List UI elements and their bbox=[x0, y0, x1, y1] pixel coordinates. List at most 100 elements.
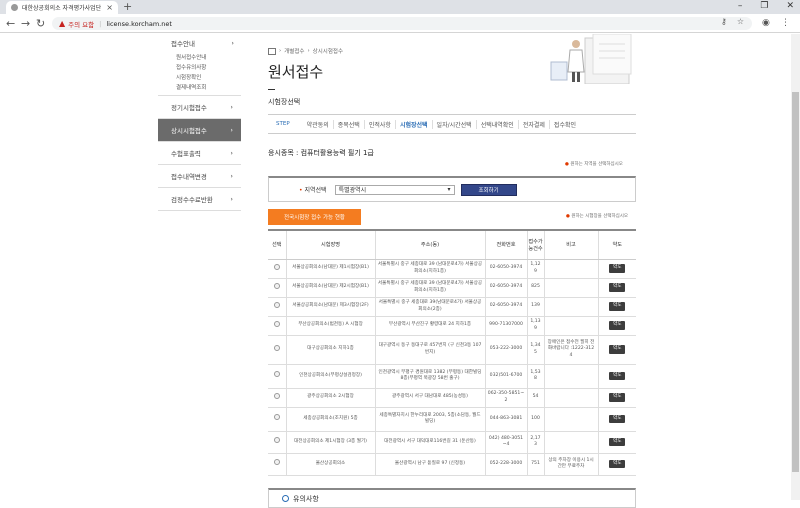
region-label: 지역선택 bbox=[304, 187, 327, 194]
site-name: 대전상공회의소 제1시험장 (3층 월기) bbox=[285, 431, 375, 454]
site-address: 서울특별시 중구 세종대로 39 (남대문로4가) 서울상공회의소(지하1층) bbox=[374, 278, 485, 298]
site-phone: 02-6050-3974 bbox=[484, 297, 527, 317]
site-name: 부산상공회의소(범천동) A 시험장 bbox=[285, 316, 375, 336]
table-row: 광주상공회의소 2시험장 광주광역시 서구 대남대로 485(농성동) 062-… bbox=[268, 388, 636, 408]
sidebar-item-change[interactable]: 접수내역변경 › bbox=[158, 165, 241, 188]
site-name: 세종상공회의소(조치원) 5층 bbox=[285, 407, 375, 432]
search-button[interactable]: 조회하기 bbox=[460, 183, 517, 196]
site-radio[interactable] bbox=[273, 344, 280, 351]
home-icon[interactable] bbox=[268, 47, 276, 55]
sidebar-item-guide[interactable]: 접수안내 › bbox=[158, 34, 241, 52]
step-datetime: 일자/시간선택 bbox=[431, 119, 476, 129]
guide-box: 유의사항 bbox=[268, 488, 636, 508]
site-radio[interactable] bbox=[273, 371, 280, 378]
site-radio[interactable] bbox=[273, 282, 280, 289]
site-radio[interactable] bbox=[273, 320, 280, 327]
map-button[interactable]: 약도 bbox=[609, 264, 626, 273]
title-underline bbox=[268, 89, 275, 90]
sidebar-subitem[interactable]: 원서접수안내 bbox=[176, 53, 241, 63]
step-payment: 전자결제 bbox=[517, 119, 549, 129]
site-note bbox=[543, 364, 598, 389]
chevron-right-icon: › bbox=[230, 195, 233, 203]
table-row: 인천상공회의소(부평상설검정장) 인천광역시 부평구 경원대로 1382 (부평… bbox=[268, 364, 636, 389]
site-phone: 044-863-3081 bbox=[484, 407, 527, 432]
breadcrumb-item[interactable]: 개별접수 bbox=[284, 47, 304, 55]
map-button[interactable]: 약도 bbox=[609, 437, 626, 447]
profile-icon[interactable]: ◉ bbox=[762, 18, 770, 28]
table-row: 서울상공회의소(남대문) 제1시험장(B1) 서울특별시 중구 세종대로 39 … bbox=[268, 259, 636, 279]
table-row: 부산상공회의소(범천동) A 시험장 부산광역시 부산진구 황령대로 24 지하… bbox=[268, 316, 636, 336]
scrollbar-thumb[interactable] bbox=[792, 92, 799, 472]
page-title: 원서접수 bbox=[268, 63, 324, 81]
left-sidebar: 접수안내 › 원서접수안내 접수유의사항 시험장확인 결제내역조회 정기시험접수… bbox=[158, 34, 241, 500]
site-radio[interactable] bbox=[273, 301, 280, 308]
region-select[interactable]: 특별광역시 ▾ bbox=[334, 184, 455, 195]
site-name: 광주상공회의소 2시험장 bbox=[285, 388, 375, 408]
sidebar-item-regular-exam[interactable]: 정기시험접수 › bbox=[158, 96, 241, 119]
restore-icon[interactable]: ❐ bbox=[760, 1, 768, 11]
site-name: 서울상공회의소(남대문) 제1시험장(B1) bbox=[285, 259, 375, 279]
sidebar-item-ticket-print[interactable]: 수험표출력 › bbox=[158, 142, 241, 165]
reload-icon[interactable]: ↻ bbox=[36, 17, 45, 30]
map-button[interactable]: 약도 bbox=[609, 345, 626, 354]
browser-tab[interactable]: 대한상공회의소 자격평가사업단 × bbox=[6, 1, 118, 14]
col-address: 주소(동) bbox=[374, 229, 485, 260]
browser-toolbar: ← → ↻ ▲ 주의 요함 | license.korcham.net ⚷ ☆ … bbox=[0, 14, 800, 33]
site-phone: 02-6050-3974 bbox=[484, 259, 527, 279]
address-bar[interactable]: ▲ 주의 요함 | license.korcham.net ⚷ ☆ bbox=[52, 17, 752, 30]
section-title: 시험장선택 bbox=[268, 98, 301, 106]
site-phone: 02-6050-3974 bbox=[484, 278, 527, 298]
dropdown-arrow-icon: ▾ bbox=[447, 186, 451, 193]
site-name: 서울상공회의소(남대문) 제3시험장(2F) bbox=[285, 297, 375, 317]
site-radio[interactable] bbox=[273, 392, 280, 399]
site-radio[interactable] bbox=[273, 414, 280, 421]
window-controls: – ❐ ✕ bbox=[738, 1, 794, 11]
map-button[interactable]: 약도 bbox=[609, 414, 626, 424]
key-icon[interactable]: ⚷ bbox=[721, 17, 727, 26]
table-row: 세종상공회의소(조치원) 5층 세종특별자치시 한누리대로 2003, 5층(소… bbox=[268, 407, 636, 432]
exam-site-table: 선택 시험장명 주소(동) 전화번호 접수가능건수 비고 약도 서울상공회의소(… bbox=[268, 229, 636, 476]
close-window-icon[interactable]: ✕ bbox=[786, 1, 794, 11]
map-button[interactable]: 약도 bbox=[609, 321, 626, 330]
url-text[interactable]: license.korcham.net bbox=[106, 20, 172, 28]
site-phone: 042) 480-3051~4 bbox=[484, 431, 527, 454]
menu-icon[interactable]: ⋮ bbox=[781, 18, 790, 28]
table-row: 울산상공회의소 울산광역시 남구 돋질로 97 (신정동) 052-228-30… bbox=[268, 453, 636, 476]
map-button[interactable]: 약도 bbox=[609, 371, 626, 381]
breadcrumb-item[interactable]: 상시시험접수 bbox=[313, 47, 343, 55]
sidebar-subitem[interactable]: 접수유의사항 bbox=[176, 63, 241, 73]
site-phone: 032)501-6700 bbox=[484, 364, 527, 389]
warning-icon[interactable]: ▲ bbox=[59, 19, 65, 28]
bookmark-star-icon[interactable]: ☆ bbox=[737, 17, 744, 26]
page-scrollbar[interactable] bbox=[791, 34, 800, 500]
map-button[interactable]: 약도 bbox=[609, 302, 626, 311]
forward-icon[interactable]: → bbox=[21, 17, 30, 30]
site-name: 울산상공회의소 bbox=[285, 453, 375, 476]
region-note: ● 원하는 지역을 선택하십시오 bbox=[565, 162, 623, 167]
sidebar-subitem[interactable]: 결제내역조회 bbox=[176, 83, 241, 93]
chevron-right-icon: › bbox=[231, 39, 234, 47]
site-count: 1,139 bbox=[526, 316, 544, 336]
map-button[interactable]: 약도 bbox=[609, 393, 626, 402]
map-button[interactable]: 약도 bbox=[609, 283, 626, 292]
chevron-right-icon: › bbox=[230, 149, 233, 157]
security-label[interactable]: 주의 요함 bbox=[68, 19, 94, 29]
site-address: 대구광역시 동구 동대구로 457번지 (구 신천3동 107번지) bbox=[374, 335, 485, 365]
map-button[interactable]: 약도 bbox=[609, 459, 626, 469]
site-radio[interactable] bbox=[273, 437, 280, 444]
site-note bbox=[543, 316, 598, 336]
sidebar-item-ondemand-exam[interactable]: 상시시험접수 › bbox=[158, 119, 241, 142]
back-icon[interactable]: ← bbox=[6, 17, 15, 30]
site-count: 1,538 bbox=[526, 364, 544, 389]
site-address: 세종특별자치시 한누리대로 2003, 5층(소담동, 월드빌딩) bbox=[374, 407, 485, 432]
close-tab-icon[interactable]: × bbox=[106, 3, 113, 12]
step-bar: STEP 약관동의 종목선택 인적사항 시험장선택 일자/시간선택 선택내역확인… bbox=[268, 114, 636, 134]
sidebar-item-refund[interactable]: 검정수수료반환 › bbox=[158, 188, 241, 211]
site-radio[interactable] bbox=[273, 459, 280, 466]
col-select: 선택 bbox=[268, 229, 286, 260]
sidebar-subitem[interactable]: 시험장확인 bbox=[176, 73, 241, 83]
minimize-icon[interactable]: – bbox=[738, 1, 743, 11]
site-radio[interactable] bbox=[273, 263, 280, 270]
status-button[interactable]: 전국시험장 접수 가능 현황 bbox=[268, 209, 361, 225]
new-tab-icon[interactable]: + bbox=[123, 0, 132, 13]
